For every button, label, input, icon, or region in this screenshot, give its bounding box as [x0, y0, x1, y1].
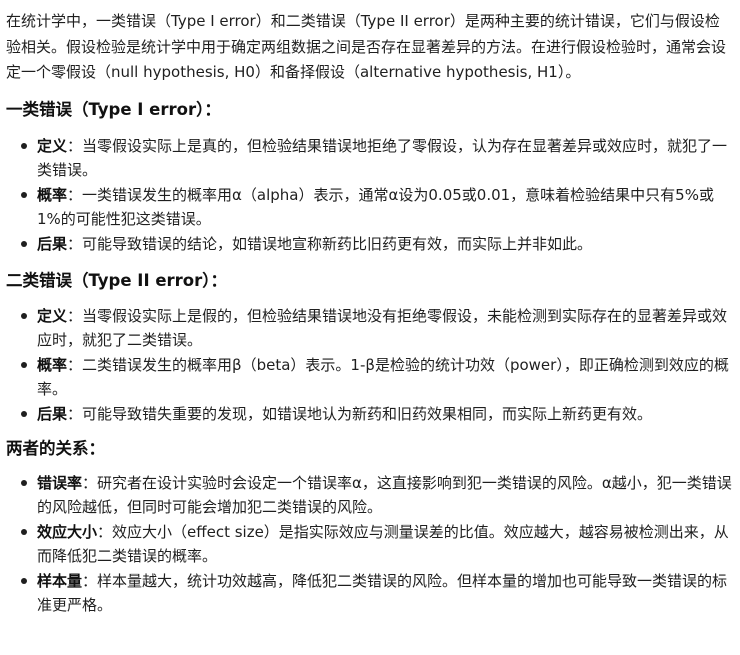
item-separator: ：: [67, 185, 83, 204]
list-item: 后果：可能导致错误的结论，如错误地宣称新药比旧药更有效，而实际上并非如此。: [6, 232, 732, 256]
item-separator: ：: [67, 306, 83, 325]
item-text: 可能导致错失重要的发现，如错误地认为新药和旧药效果相同，而实际上新药更有效。: [82, 404, 653, 423]
item-text: 效应大小（effect size）是指实际效应与测量误差的比值。效应越大，越容易…: [37, 522, 729, 565]
item-separator: ：: [67, 136, 83, 155]
item-separator: ：: [67, 355, 83, 374]
section-heading-type-ii-error: 二类错误（Type II error）：: [6, 270, 228, 290]
type-i-error-list: 定义：当零假设实际上是真的，但检验结果错误地拒绝了零假设，认为存在显著差异或效应…: [6, 134, 732, 256]
document-page: 在统计学中，一类错误（Type I error）和二类错误（Type II er…: [0, 0, 740, 655]
item-term: 概率: [37, 355, 68, 374]
item-term: 定义: [37, 306, 68, 325]
item-separator: ：: [82, 571, 98, 590]
item-text: 当零假设实际上是假的，但检验结果错误地没有拒绝零假设，未能检测到实际存在的显著差…: [37, 306, 728, 349]
list-item: 概率：二类错误发生的概率用β（beta）表示。1-β是检验的统计功效（power…: [6, 353, 732, 401]
item-separator: ：: [67, 234, 83, 253]
section-heading-type-i-error: 一类错误（Type I error）：: [6, 99, 221, 119]
list-item: 样本量：样本量越大，统计功效越高，降低犯二类错误的风险。但样本量的增加也可能导致…: [6, 569, 732, 617]
item-text: 样本量越大，统计功效越高，降低犯二类错误的风险。但样本量的增加也可能导致一类错误…: [37, 571, 728, 614]
item-text: 研究者在设计实验时会设定一个错误率α，这直接影响到犯一类错误的风险。α越小，犯一…: [37, 473, 732, 516]
item-term: 效应大小: [37, 522, 98, 541]
intro-paragraph: 在统计学中，一类错误（Type I error）和二类错误（Type II er…: [6, 12, 727, 81]
section-heading-relationship: 两者的关系：: [6, 438, 105, 458]
item-term: 后果: [37, 404, 68, 423]
relationship-list: 错误率：研究者在设计实验时会设定一个错误率α，这直接影响到犯一类错误的风险。α越…: [6, 471, 732, 617]
item-text: 二类错误发生的概率用β（beta）表示。1-β是检验的统计功效（power），即…: [37, 355, 729, 398]
item-term: 概率: [37, 185, 68, 204]
item-text: 一类错误发生的概率用α（alpha）表示，通常α设为0.05或0.01，意味着检…: [37, 185, 714, 228]
item-term: 后果: [37, 234, 68, 253]
list-item: 概率：一类错误发生的概率用α（alpha）表示，通常α设为0.05或0.01，意…: [6, 183, 732, 231]
list-item: 后果：可能导致错失重要的发现，如错误地认为新药和旧药效果相同，而实际上新药更有效…: [6, 402, 732, 426]
item-separator: ：: [97, 522, 113, 541]
item-text: 当零假设实际上是真的，但检验结果错误地拒绝了零假设，认为存在显著差异或效应时，就…: [37, 136, 728, 179]
item-separator: ：: [67, 404, 83, 423]
list-item: 定义：当零假设实际上是假的，但检验结果错误地没有拒绝零假设，未能检测到实际存在的…: [6, 304, 732, 352]
item-separator: ：: [82, 473, 98, 492]
item-term: 错误率: [37, 473, 83, 492]
list-item: 定义：当零假设实际上是真的，但检验结果错误地拒绝了零假设，认为存在显著差异或效应…: [6, 134, 732, 182]
item-term: 样本量: [37, 571, 83, 590]
item-term: 定义: [37, 136, 68, 155]
list-item: 效应大小：效应大小（effect size）是指实际效应与测量误差的比值。效应越…: [6, 520, 732, 568]
type-ii-error-list: 定义：当零假设实际上是假的，但检验结果错误地没有拒绝零假设，未能检测到实际存在的…: [6, 304, 732, 426]
list-item: 错误率：研究者在设计实验时会设定一个错误率α，这直接影响到犯一类错误的风险。α越…: [6, 471, 732, 519]
item-text: 可能导致错误的结论，如错误地宣称新药比旧药更有效，而实际上并非如此。: [82, 234, 593, 253]
